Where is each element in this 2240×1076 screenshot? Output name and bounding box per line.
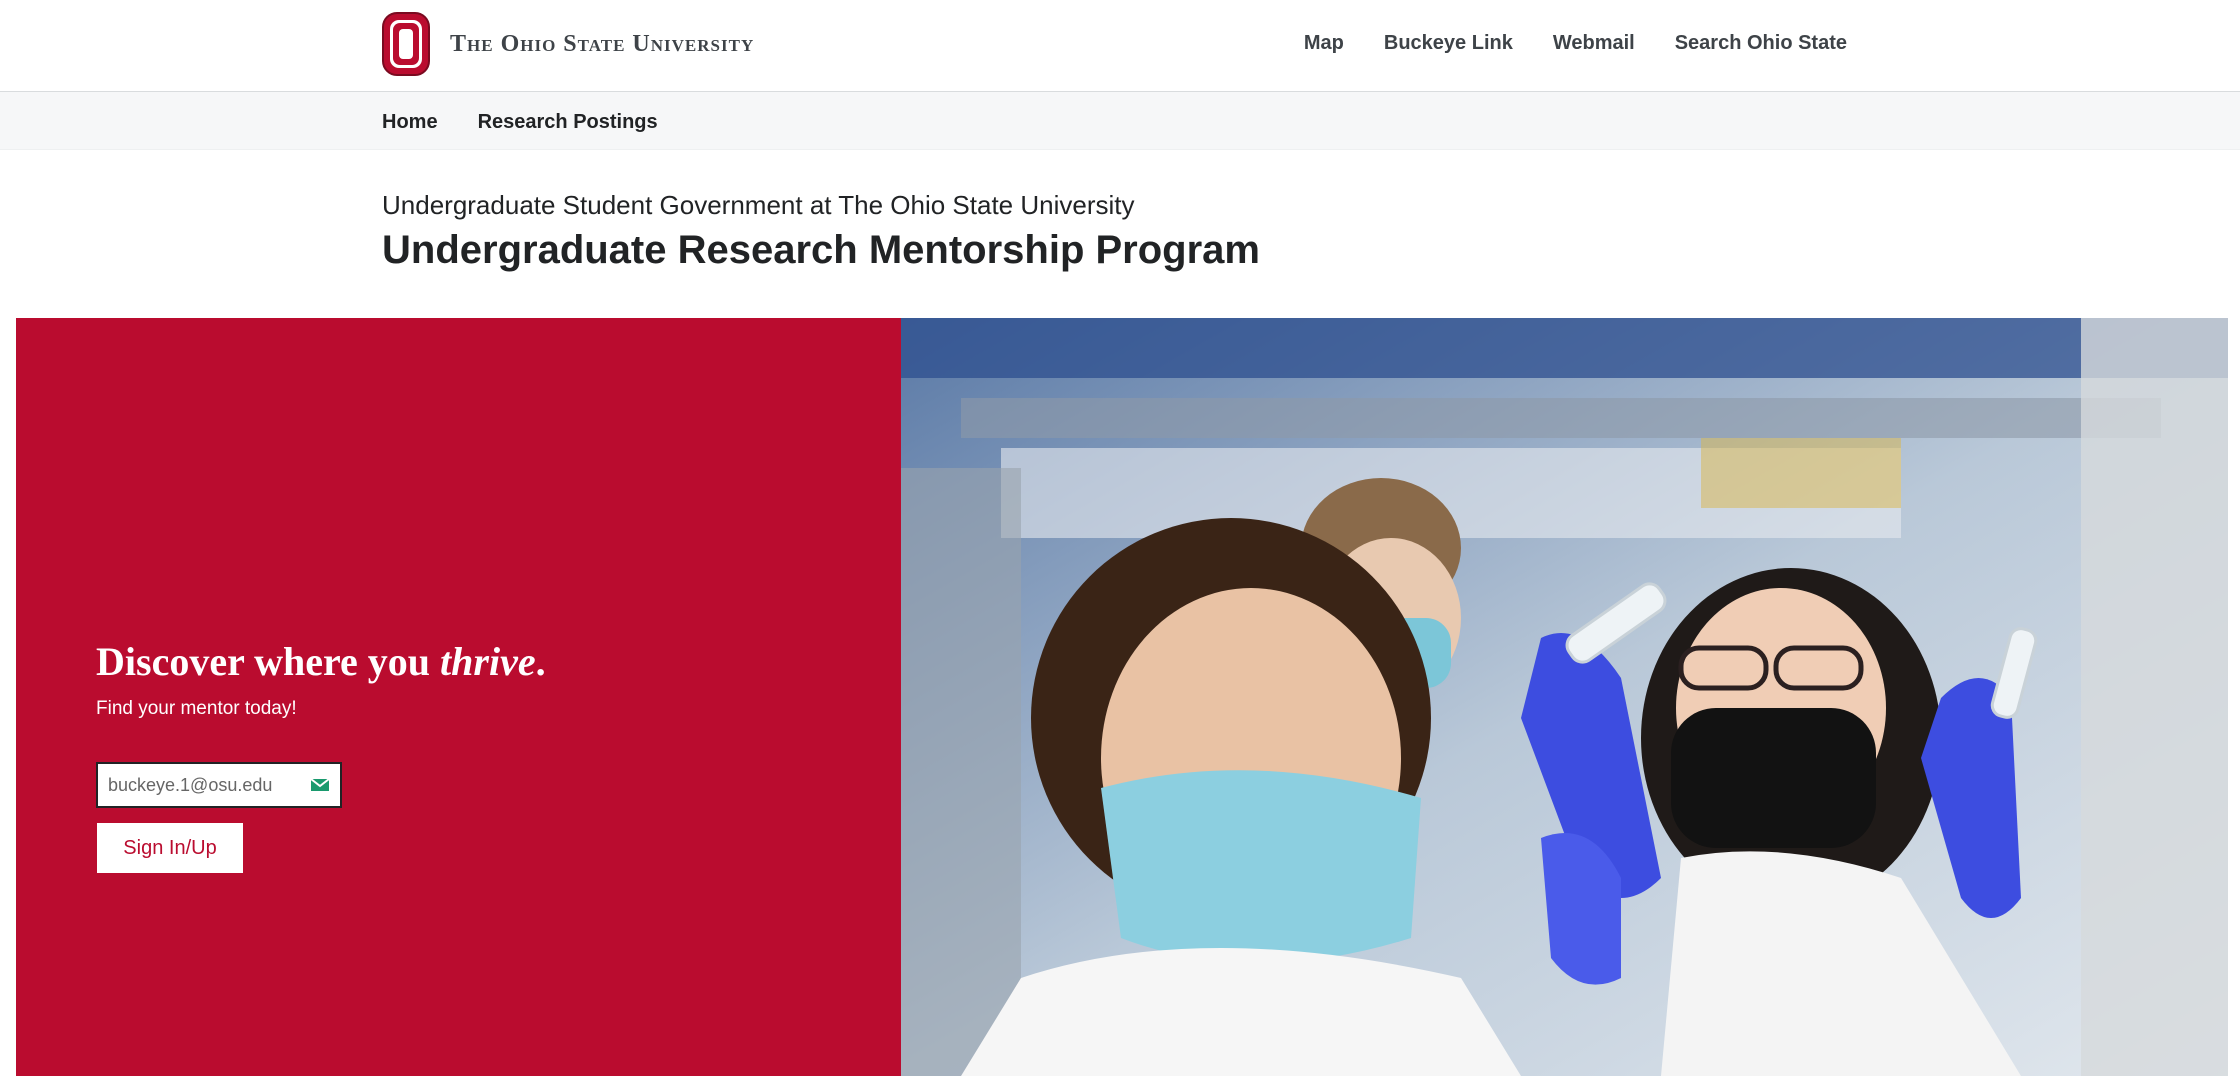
hero-banner: Discover where you thrive. Find your men… <box>16 318 2228 1076</box>
tagline-prefix: Discover where you <box>96 639 441 684</box>
hero-tagline: Discover where you thrive. <box>96 638 546 685</box>
lab-researchers-photo <box>901 318 2228 1076</box>
secondary-nav: Home Research Postings <box>0 92 2240 150</box>
tagline-suffix: . <box>535 639 546 684</box>
nav-home[interactable]: Home <box>382 111 438 134</box>
email-field[interactable] <box>98 764 308 806</box>
organization-title: Undergraduate Student Government at The … <box>382 190 1135 220</box>
search-ohio-state-link[interactable]: Search Ohio State <box>1675 32 1847 55</box>
hero-subtagline: Find your mentor today! <box>96 698 297 719</box>
email-field-wrapper <box>96 762 342 808</box>
university-name: The Ohio State University <box>450 30 755 57</box>
webmail-link[interactable]: Webmail <box>1553 32 1635 55</box>
tagline-emphasis: thrive <box>440 639 536 684</box>
hero-signup-panel: Discover where you thrive. Find your men… <box>16 318 901 1076</box>
university-logo[interactable]: The Ohio State University <box>382 12 754 76</box>
map-link[interactable]: Map <box>1304 32 1344 55</box>
utility-nav: Map Buckeye Link Webmail Search Ohio Sta… <box>1304 32 1847 55</box>
nav-research-postings[interactable]: Research Postings <box>478 111 658 134</box>
lab-photo-illustration <box>901 318 2228 1076</box>
site-header: The Ohio State University Map Buckeye Li… <box>0 0 2240 92</box>
block-o-logo-icon <box>382 12 430 76</box>
page-title: Undergraduate Research Mentorship Progra… <box>382 228 1260 272</box>
buckeye-link[interactable]: Buckeye Link <box>1384 32 1513 55</box>
mail-icon <box>310 778 330 791</box>
sign-in-up-button[interactable]: Sign In/Up <box>97 823 243 873</box>
